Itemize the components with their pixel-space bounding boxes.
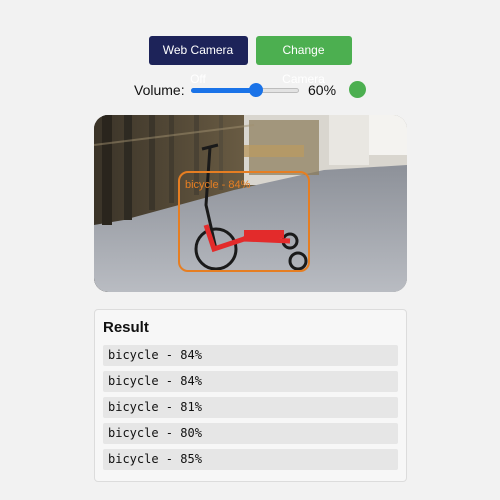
detection-label: bicycle - 84% (185, 179, 251, 191)
result-item: bicycle - 80% (103, 423, 398, 444)
result-title: Result (103, 319, 149, 336)
volume-slider[interactable] (191, 80, 299, 100)
result-item: bicycle - 81% (103, 397, 398, 418)
volume-slider-thumb[interactable] (248, 83, 263, 97)
result-panel: Result bicycle - 84% bicycle - 84% bicyc… (94, 309, 407, 482)
volume-slider-fill (191, 88, 256, 93)
result-item: bicycle - 85% (103, 449, 398, 470)
status-indicator-icon (349, 81, 366, 98)
result-item: bicycle - 84% (103, 371, 398, 392)
camera-feed: bicycle - 84% (94, 115, 407, 292)
change-camera-button[interactable]: Change Camera (255, 36, 352, 86)
volume-value: 60% (308, 82, 337, 98)
volume-label: Volume: (134, 82, 185, 98)
volume-control: Volume: 60% (134, 80, 374, 100)
camera-toolbar: Web Camera Off Change Camera (0, 36, 500, 86)
result-item: bicycle - 84% (103, 345, 398, 366)
result-list: bicycle - 84% bicycle - 84% bicycle - 81… (103, 345, 398, 475)
web-camera-off-button[interactable]: Web Camera Off (148, 36, 248, 86)
